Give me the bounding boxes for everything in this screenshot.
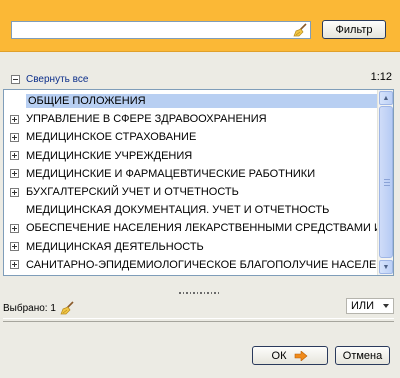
tree-item-label: МЕДИЦИНСКИЕ УЧРЕЖДЕНИЯ — [26, 149, 193, 162]
chevron-down-icon — [383, 304, 389, 308]
tree-item[interactable]: УПРАВЛЕНИЕ В СФЕРЕ ЗДРАВООХРАНЕНИЯ — [10, 110, 380, 128]
expand-icon[interactable] — [10, 260, 19, 270]
tree-item[interactable]: МЕДИЦИНСКАЯ ДОКУМЕНТАЦИЯ. УЧЕТ И ОТЧЕТНО… — [10, 201, 380, 219]
scroll-down-icon[interactable]: ▼ — [379, 260, 393, 274]
collapse-all-label: Свернуть все — [26, 73, 89, 85]
logic-operator-value: ИЛИ — [351, 300, 375, 312]
tree-item-label: ОБЩИЕ ПОЛОЖЕНИЯ — [26, 94, 380, 108]
tree-item-label: САНИТАРНО-ЭПИДЕМИОЛОГИЧЕСКОЕ БЛАГОПОЛУЧИ… — [26, 258, 394, 271]
tree-item[interactable]: БУХГАЛТЕРСКИЙ УЧЕТ И ОТЧЕТНОСТЬ — [10, 183, 380, 201]
filter-input[interactable] — [11, 21, 311, 39]
expand-icon[interactable] — [10, 114, 19, 124]
tree-item[interactable]: САНИТАРНО-ЭПИДЕМИОЛОГИЧЕСКОЕ БЛАГОПОЛУЧИ… — [10, 256, 393, 274]
filter-toolbar: Фильтр — [0, 0, 400, 52]
tree-item[interactable]: МЕДИЦИНСКИЕ И ФАРМАЦЕВТИЧЕСКИЕ РАБОТНИКИ — [10, 165, 380, 183]
filter-button[interactable]: Фильтр — [322, 20, 386, 39]
scroll-thumb[interactable] — [379, 106, 393, 258]
splitter-handle[interactable] — [179, 291, 219, 295]
tree-item-label: МЕДИЦИНСКАЯ ДОКУМЕНТАЦИЯ. УЧЕТ И ОТЧЕТНО… — [26, 204, 330, 217]
grip-line — [384, 179, 390, 180]
position-counter: 1:12 — [370, 71, 392, 83]
ok-button[interactable]: ОК — [252, 346, 328, 365]
expand-icon[interactable] — [10, 169, 19, 179]
collapse-icon — [11, 74, 20, 84]
expand-icon[interactable] — [10, 223, 19, 233]
tree-item-label: БУХГАЛТЕРСКИЙ УЧЕТ И ОТЧЕТНОСТЬ — [26, 186, 239, 198]
tree-panel: ОБЩИЕ ПОЛОЖЕНИЯ УПРАВЛЕНИЕ В СФЕРЕ ЗДРАВО… — [3, 89, 394, 276]
vertical-scrollbar[interactable]: ▲ ▼ — [377, 90, 393, 275]
tree-item-label: ОБЕСПЕЧЕНИЕ НАСЕЛЕНИЯ ЛЕКАРСТВЕННЫМИ СРЕ… — [26, 222, 393, 235]
tree-item-label: УПРАВЛЕНИЕ В СФЕРЕ ЗДРАВООХРАНЕНИЯ — [26, 113, 267, 126]
tree-item[interactable]: МЕДИЦИНСКАЯ ДЕЯТЕЛЬНОСТЬ — [10, 238, 380, 256]
logic-operator-select[interactable]: ИЛИ — [346, 298, 394, 314]
cancel-button[interactable]: Отмена — [335, 346, 390, 365]
selected-summary: Выбрано: 1 — [3, 301, 76, 315]
tree-item-label: МЕДИЦИНСКОЕ СТРАХОВАНИЕ — [26, 131, 197, 144]
tree-item-label: МЕДИЦИНСКИЕ И ФАРМАЦЕВТИЧЕСКИЕ РАБОТНИКИ — [26, 167, 316, 180]
divider — [3, 318, 394, 322]
arrow-right-icon — [294, 350, 308, 361]
tree-item[interactable]: ОБЕСПЕЧЕНИЕ НАСЕЛЕНИЯ ЛЕКАРСТВЕННЫМИ СРЕ… — [10, 219, 393, 237]
selected-count-label: Выбрано: 1 — [3, 302, 56, 314]
grip-line — [384, 185, 390, 186]
tree-item[interactable]: МЕДИЦИНСКОЕ СТРАХОВАНИЕ — [10, 128, 380, 146]
broom-icon[interactable] — [293, 23, 309, 37]
expand-icon[interactable] — [10, 132, 19, 142]
broom-icon[interactable] — [60, 301, 76, 315]
scroll-up-icon[interactable]: ▲ — [379, 91, 393, 105]
tree-item[interactable]: ОБЩИЕ ПОЛОЖЕНИЯ — [10, 92, 380, 110]
collapse-all-button[interactable]: Свернуть все — [11, 72, 88, 86]
tree-item[interactable]: МЕДИЦИНСКИЕ УЧРЕЖДЕНИЯ — [10, 147, 380, 165]
expand-icon[interactable] — [10, 242, 19, 252]
ok-label: ОК — [271, 349, 287, 362]
expand-icon[interactable] — [10, 151, 19, 161]
tree-item-label: МЕДИЦИНСКАЯ ДЕЯТЕЛЬНОСТЬ — [26, 240, 204, 253]
grip-line — [384, 182, 390, 183]
tree-list: ОБЩИЕ ПОЛОЖЕНИЯ УПРАВЛЕНИЕ В СФЕРЕ ЗДРАВО… — [4, 90, 393, 275]
expand-icon[interactable] — [10, 187, 19, 197]
